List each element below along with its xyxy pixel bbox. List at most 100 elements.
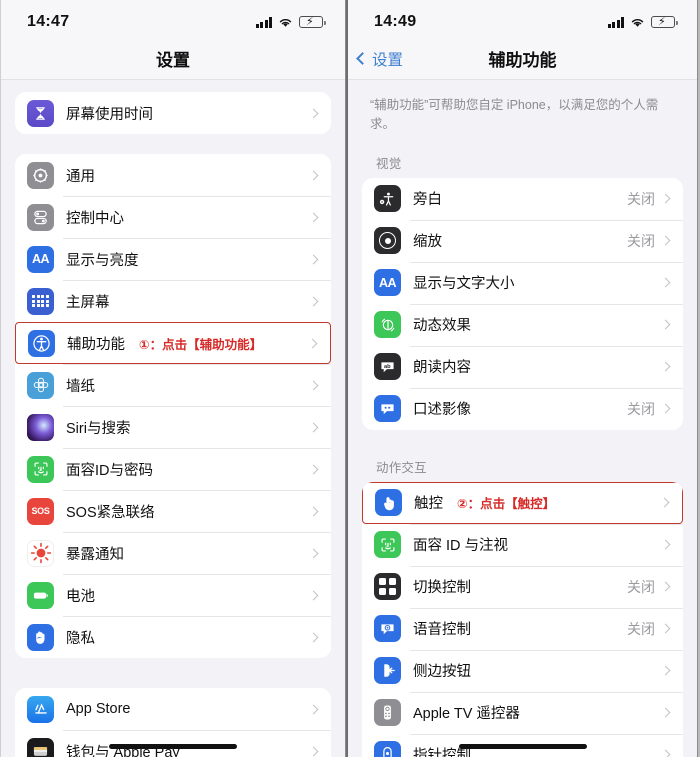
home-indicator <box>458 744 587 749</box>
voiceover-icon <box>374 185 401 212</box>
left-phone-screen: 14:47 ⚡ 设置 屏幕使用时间 通用 控制中心 AA 显示与亮度 主屏幕 辅… <box>0 0 346 757</box>
page-title: 辅助功能 <box>488 51 557 70</box>
back-button[interactable]: 设置 <box>356 48 404 70</box>
siri-orb-icon <box>27 413 54 441</box>
accessibility-row-touch[interactable]: 触控 ②：点击【触控】 <box>362 481 683 524</box>
battery-icon <box>27 581 54 609</box>
dual-screenshot-container: 14:47 ⚡ 设置 屏幕使用时间 通用 控制中心 AA 显示与亮度 主屏幕 辅… <box>0 0 700 757</box>
accessibility-row-motion[interactable]: 动态效果 <box>362 303 683 346</box>
settings-row-general[interactable]: 通用 <box>15 154 331 196</box>
chevron-right-icon <box>660 361 671 372</box>
aa-icon: AA <box>27 245 54 273</box>
chevron-right-icon <box>660 707 671 718</box>
accessibility-row-audio-description[interactable]: 口述影像 关闭 <box>362 387 683 430</box>
row-value: 关闭 <box>627 578 655 595</box>
row-label: 显示与亮度 <box>66 252 139 269</box>
settings-row-sos[interactable]: SOS SOS紧急联络 <box>15 490 331 532</box>
face-id-icon <box>27 455 54 483</box>
apple-tv-remote-icon <box>374 699 401 726</box>
accessibility-group-vision: 旁白 关闭 缩放 关闭 AA 显示与文字大小 动态效果 ab 朗读内容 口述影像… <box>362 177 683 430</box>
row-label: 显示与文字大小 <box>413 276 515 292</box>
spoken-content-icon: ab <box>374 353 401 380</box>
row-label: 口述影像 <box>413 402 471 418</box>
nav-bar-left: 设置 <box>1 38 345 80</box>
row-label: 语音控制 <box>413 622 471 638</box>
settings-row-home-screen[interactable]: 主屏幕 <box>15 280 331 322</box>
row-label: 触控 <box>414 496 443 512</box>
voice-control-icon <box>374 615 401 642</box>
row-label: 主屏幕 <box>66 294 110 311</box>
row-label: 切换控制 <box>413 580 471 596</box>
chevron-right-icon <box>308 704 319 714</box>
settings-row-face-id-passcode[interactable]: 面容ID与密码 <box>15 448 331 490</box>
status-time: 14:49 <box>374 13 417 30</box>
row-label: 暴露通知 <box>66 546 124 563</box>
chevron-left-icon <box>356 52 369 65</box>
nav-bar-right: 设置 辅助功能 <box>348 38 697 80</box>
chevron-right-icon <box>308 296 319 306</box>
accessibility-row-zoom[interactable]: 缩放 关闭 <box>362 219 683 262</box>
row-label: 电池 <box>66 588 95 605</box>
accessibility-row-side-button[interactable]: 侧边按钮 <box>362 649 683 692</box>
settings-row-control-center[interactable]: 控制中心 <box>15 196 331 238</box>
settings-row-privacy[interactable]: 隐私 <box>15 616 331 658</box>
signal-bars-icon <box>255 16 272 28</box>
settings-row-app-store[interactable]: App Store <box>15 688 331 730</box>
settings-row-exposure-notifications[interactable]: 暴露通知 <box>15 532 331 574</box>
settings-row-display-brightness[interactable]: AA 显示与亮度 <box>15 238 331 280</box>
motion-icon <box>374 311 401 338</box>
settings-row-screen-time[interactable]: 屏幕使用时间 <box>15 92 331 134</box>
back-button-label: 设置 <box>372 51 404 69</box>
signal-bars-icon <box>607 16 624 28</box>
app-store-icon <box>27 695 54 723</box>
row-label: 隐私 <box>66 630 95 647</box>
row-label: 面容ID与密码 <box>66 462 153 479</box>
chevron-right-icon <box>660 403 671 414</box>
settings-row-accessibility[interactable]: 辅助功能 ①：点击【辅助功能】 <box>15 322 331 364</box>
accessibility-row-apple-tv-remote[interactable]: Apple TV 遥控器 <box>362 691 683 734</box>
chevron-right-icon <box>660 581 671 592</box>
chevron-right-icon <box>308 464 319 474</box>
accessibility-row-switch-control[interactable]: 切换控制 关闭 <box>362 565 683 608</box>
settings-row-siri-search[interactable]: Siri与搜索 <box>15 406 331 448</box>
privacy-hand-icon <box>27 623 54 651</box>
row-label: 控制中心 <box>66 210 124 227</box>
accessibility-row-voice-control[interactable]: 语音控制 关闭 <box>362 607 683 650</box>
aa-icon: AA <box>374 269 401 296</box>
row-label: SOS紧急联络 <box>66 504 155 521</box>
status-icons: ⚡ <box>255 16 326 28</box>
row-value: 关闭 <box>627 232 655 249</box>
settings-row-wallpaper[interactable]: 墙纸 <box>15 364 331 406</box>
accessibility-row-spoken-content[interactable]: ab 朗读内容 <box>362 345 683 388</box>
home-screen-grid-icon <box>27 287 54 315</box>
zoom-icon <box>374 227 401 254</box>
status-time: 14:47 <box>27 13 70 30</box>
row-label: 辅助功能 <box>67 336 125 353</box>
chevron-right-icon <box>307 338 318 348</box>
chevron-right-icon <box>308 422 319 432</box>
accessibility-row-voiceover[interactable]: 旁白 关闭 <box>362 177 683 220</box>
sos-icon: SOS <box>27 497 54 525</box>
chevron-right-icon <box>660 539 671 550</box>
accessibility-scroll-area[interactable]: “辅助功能”可帮助您自定 iPhone，以满足您的个人需求。 视觉 旁白 关闭 <box>348 80 697 757</box>
battery-charging-icon: ⚡ <box>299 16 326 28</box>
chevron-right-icon <box>660 623 671 634</box>
section-header-vision: 视觉 <box>376 156 402 171</box>
settings-scroll-area[interactable]: 屏幕使用时间 通用 控制中心 AA 显示与亮度 主屏幕 辅助功能 ①：点击【辅助… <box>1 80 345 757</box>
settings-row-battery[interactable]: 电池 <box>15 574 331 616</box>
row-label: App Store <box>66 701 131 717</box>
settings-group-main: 通用 控制中心 AA 显示与亮度 主屏幕 辅助功能 ①：点击【辅助功能】 墙纸 … <box>15 154 331 658</box>
row-label: 旁白 <box>413 192 442 208</box>
row-label: 墙纸 <box>66 378 95 395</box>
svg-text:ab: ab <box>384 364 391 370</box>
touch-hand-icon <box>375 489 402 516</box>
accessibility-row-face-id-attention[interactable]: 面容 ID 与注视 <box>362 523 683 566</box>
chevron-right-icon <box>308 506 319 516</box>
row-label: 面容 ID 与注视 <box>413 538 509 554</box>
hourglass-icon <box>27 99 54 127</box>
accessibility-row-display-text-size[interactable]: AA 显示与文字大小 <box>362 261 683 304</box>
chevron-right-icon <box>308 380 319 390</box>
chevron-right-icon <box>660 749 671 757</box>
chevron-right-icon <box>308 170 319 180</box>
annotation-step-2: ②：点击【触控】 <box>457 497 556 511</box>
